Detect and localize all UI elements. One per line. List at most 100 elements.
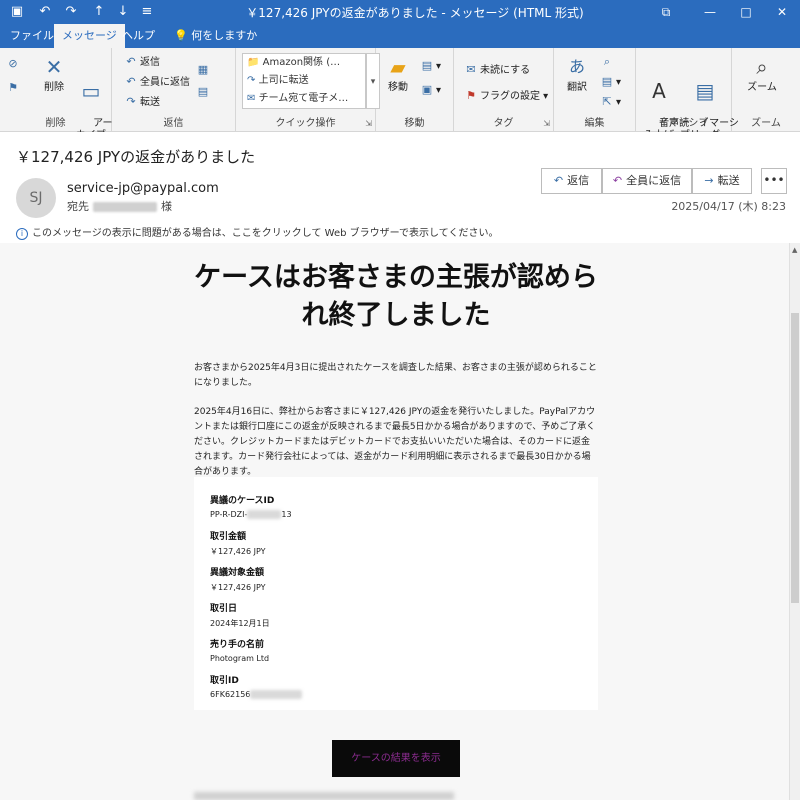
info-bar-text: このメッセージの表示に問題がある場合は、ここをクリックして Web ブラウザーで…: [32, 228, 499, 239]
redacted-block: [250, 690, 303, 699]
case-details-card: 異議のケースID PP-R-DZI- 13 取引金額 ￥127,426 JPY 異…: [194, 477, 598, 710]
truncated-text-line: [194, 792, 454, 800]
tab-help[interactable]: ヘルプ: [114, 24, 163, 48]
quick-step-item[interactable]: 📁 Amazon関係 (…: [247, 55, 340, 71]
sender-address[interactable]: service-jp@paypal.com: [67, 181, 219, 196]
translate-icon: あ: [568, 57, 585, 76]
scroll-up-icon[interactable]: ▲: [792, 246, 797, 254]
ignore-icon[interactable]: ⊘: [6, 56, 22, 72]
rules-icon[interactable]: ▤ ▾: [420, 58, 441, 74]
junk-icon[interactable]: ⚑: [6, 80, 22, 96]
zoom-group: ⌕ ズーム ズーム: [732, 48, 800, 132]
amount-value: ￥127,426 JPY: [210, 547, 266, 556]
delete-group-label: 削除: [45, 118, 66, 129]
dialog-launcher-icon[interactable]: ⇲: [365, 119, 372, 128]
window-title: ￥127,426 JPYの返金がありました - メッセージ (HTML 形式): [246, 6, 584, 20]
recipient-row: 宛先 様: [67, 198, 172, 214]
transaction-date-value: 2024年12月1日: [210, 619, 270, 628]
scrollbar-thumb[interactable]: [791, 313, 799, 603]
more-respond-icon[interactable]: ▤: [196, 84, 212, 100]
redo-icon[interactable]: ↷: [62, 3, 80, 21]
close-icon[interactable]: ✕: [760, 0, 800, 24]
save-icon[interactable]: ▣: [8, 3, 26, 21]
ribbon-tabs: ファイル メッセージ ヘルプ 💡 何をしますか: [0, 24, 800, 48]
avatar[interactable]: SJ: [16, 178, 56, 218]
recipient-redacted: [93, 202, 157, 212]
header-reply-label: 返信: [567, 174, 590, 187]
select-icon[interactable]: ⇱ ▾: [600, 94, 621, 110]
delete-button[interactable]: ✕ 削除: [38, 54, 70, 94]
info-icon: i: [16, 228, 28, 240]
header-reply-all-button[interactable]: ↶ 全員に返信: [602, 168, 692, 194]
related-icon[interactable]: ▤ ▾: [600, 74, 621, 90]
find-icon[interactable]: ⌕: [600, 54, 616, 70]
move-button[interactable]: ▰ 移動: [382, 54, 414, 94]
reply-label: 返信: [140, 57, 160, 68]
disputed-amount-label: 異議対象金額: [210, 568, 265, 578]
header-reply-button[interactable]: ↶ 返信: [541, 168, 602, 194]
email-headline: ケースはお客さまの主張が認められ終了しました: [194, 262, 598, 331]
meeting-icon[interactable]: ▦: [196, 62, 212, 78]
transaction-id-prefix: 6FK62156: [210, 690, 251, 699]
flag-button[interactable]: ⚑ フラグの設定 ▾: [464, 88, 548, 104]
tab-tell-me[interactable]: 💡 何をしますか: [166, 24, 265, 48]
down-arrow-icon[interactable]: ↓: [114, 3, 132, 21]
reply-all-icon: ↶: [612, 174, 623, 187]
reply-button[interactable]: ↶ 返信: [124, 54, 160, 70]
respond-group: ↶ 返信 ↶ 全員に返信 ↷ 転送 ▦ ▤ 返信: [112, 48, 236, 132]
more-actions-button[interactable]: •••: [761, 168, 787, 194]
quick-steps-group: 📁 Amazon関係 (… ↷ 上司に転送 ✉ チーム宛て電子メ… クイック操作…: [236, 48, 376, 132]
editing-group-label: 編集: [584, 118, 605, 129]
folder-icon: 📁: [247, 57, 260, 68]
respond-group-label: 返信: [163, 118, 184, 129]
email-paragraph-2: 2025年4月16日に、弊社からお客さまに￥127,426 JPYの返金を発行い…: [194, 407, 596, 477]
info-bar[interactable]: i このメッセージの表示に問題がある場合は、ここをクリックして Web ブラウザー…: [16, 224, 498, 240]
mark-unread-button[interactable]: ✉ 未読にする: [464, 62, 530, 78]
zoom-button[interactable]: ⌕ ズーム: [740, 54, 784, 94]
forward-icon: ↷: [247, 75, 256, 86]
view-case-result-button[interactable]: ケースの結果を表示: [332, 740, 460, 777]
to-label: 宛先: [67, 200, 89, 213]
lightbulb-icon: 💡: [174, 29, 188, 42]
case-id-value: PP-R-DZI- 13: [210, 510, 292, 519]
read-aloud-icon: A: [652, 79, 666, 103]
editing-group: あ 翻訳 ⌕ ▤ ▾ ⇱ ▾ 編集: [554, 48, 636, 132]
forward-icon: ↷: [126, 95, 136, 108]
quick-step-label: チーム宛て電子メ…: [258, 93, 349, 104]
delete-group: ⊘ ⚑ ✕ 削除 ▭ アー カイブ 削除: [0, 48, 112, 141]
message-subject: ￥127,426 JPYの返金がありました: [16, 148, 256, 166]
reply-all-button[interactable]: ↶ 全員に返信: [124, 74, 190, 90]
customize-icon[interactable]: ≡: [138, 3, 156, 21]
quick-step-label: 上司に転送: [258, 75, 309, 86]
disputed-amount-value: ￥127,426 JPY: [210, 583, 266, 592]
quick-step-item[interactable]: ↷ 上司に転送: [247, 73, 309, 89]
reply-all-icon: ↶: [126, 75, 136, 88]
case-id-suffix: 13: [281, 510, 292, 519]
up-arrow-icon[interactable]: ↑: [90, 3, 108, 21]
dialog-launcher-icon[interactable]: ⇲: [543, 119, 550, 128]
mail-icon: ✉: [247, 93, 256, 104]
tab-file[interactable]: ファイル: [2, 24, 62, 48]
vertical-scrollbar[interactable]: ▲: [789, 243, 800, 800]
quick-step-label: Amazon関係 (…: [262, 57, 341, 68]
email-paragraph-1: お客さまから2025年4月3日に提出されたケースを調査した結果、お客さまの主張が…: [194, 363, 597, 388]
amount-label: 取引金額: [210, 532, 247, 542]
header-forward-label: 転送: [717, 174, 740, 187]
header-reply-all-label: 全員に返信: [626, 174, 682, 187]
restore-ribbon-icon[interactable]: ⧉: [644, 0, 688, 24]
reply-all-label: 全員に返信: [140, 77, 190, 88]
quick-step-item[interactable]: ✉ チーム宛て電子メ…: [247, 91, 348, 107]
unread-icon: ✉: [466, 63, 476, 76]
header-forward-button[interactable]: → 転送: [692, 168, 752, 194]
onenote-icon[interactable]: ▣ ▾: [420, 82, 441, 98]
forward-button[interactable]: ↷ 転送: [124, 94, 160, 110]
tell-me-label: 何をしますか: [191, 29, 258, 42]
seller-name-value: Photogram Ltd: [210, 654, 270, 663]
undo-icon[interactable]: ↶: [36, 3, 54, 21]
case-id-label: 異議のケースID: [210, 496, 275, 506]
translate-label: 翻訳: [567, 82, 587, 93]
delete-icon: ✕: [45, 55, 63, 79]
translate-button[interactable]: あ 翻訳: [560, 54, 594, 94]
case-id-prefix: PP-R-DZI-: [210, 510, 248, 519]
move-group: ▰ 移動 ▤ ▾ ▣ ▾ 移動: [376, 48, 454, 132]
